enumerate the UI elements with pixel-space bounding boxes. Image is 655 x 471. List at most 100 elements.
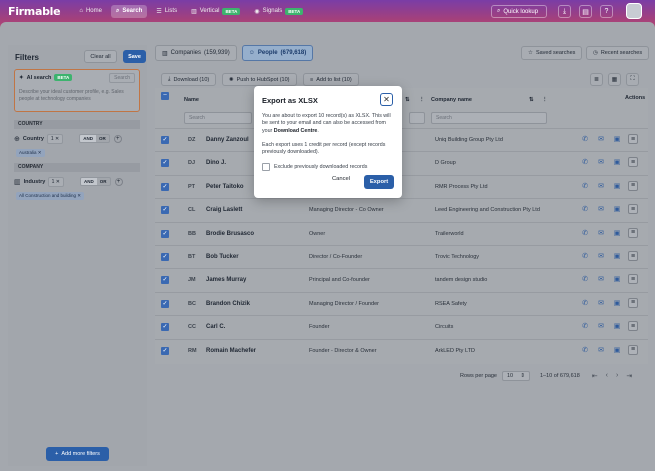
phone-icon[interactable]: ✆ (580, 321, 590, 331)
table-row[interactable]: ✓ BT Bob Tucker Director / Co-Founder Trovic… (155, 245, 648, 268)
company-name[interactable]: ArkLED Pty LTD (435, 348, 475, 354)
last-page-icon[interactable]: ⇥ (626, 372, 632, 380)
email-icon[interactable]: ✉ (596, 298, 606, 308)
book-icon[interactable]: ▤ (579, 5, 592, 18)
filter-chip-construction[interactable]: All Construction and building ✕ (16, 192, 85, 200)
phone-icon[interactable]: ✆ (580, 181, 590, 191)
save-button[interactable]: Save (123, 50, 146, 63)
row-checkbox[interactable]: ✓ (161, 206, 169, 215)
download-center-icon[interactable]: ⤓ (558, 5, 571, 18)
company-name[interactable]: Uniq Building Group Pty Ltd (435, 137, 503, 143)
add-filter-icon[interactable]: + (114, 177, 123, 186)
linkedin-icon[interactable]: ▣ (612, 204, 622, 214)
row-checkbox[interactable]: ✓ (161, 323, 169, 332)
name-column-header[interactable]: Name (184, 97, 199, 103)
email-icon[interactable]: ✉ (596, 157, 606, 167)
select-all-checkbox[interactable]: – (161, 92, 169, 100)
sort-icon[interactable]: ⇅ (405, 97, 410, 103)
row-checkbox[interactable]: ✓ (161, 159, 169, 168)
column-menu-icon[interactable]: ⋮ (542, 97, 548, 103)
row-checkbox[interactable]: ✓ (161, 182, 169, 191)
row-checkbox[interactable]: ✓ (161, 136, 169, 144)
company-name[interactable]: Trovic Technology (435, 254, 479, 260)
phone-icon[interactable]: ✆ (580, 251, 590, 261)
phone-icon[interactable]: ✆ (580, 204, 590, 214)
linkedin-icon[interactable]: ▣ (612, 134, 622, 144)
row-checkbox[interactable]: ✓ (161, 229, 169, 238)
add-to-list-icon[interactable]: ≡ (628, 180, 638, 191)
table-row[interactable]: ✓ CL Craig Laslett Managing Director - Co O… (155, 198, 648, 221)
recent-searches-button[interactable]: ◷ Recent searches (586, 46, 650, 60)
row-checkbox[interactable]: ✓ (161, 276, 169, 285)
person-name[interactable]: Craig Laslett (206, 207, 242, 213)
next-page-icon[interactable]: › (616, 372, 618, 380)
filter-chip-australia[interactable]: Australia ✕ (16, 149, 45, 157)
sort-icon[interactable]: ⇅ (529, 97, 534, 103)
title-search-input[interactable] (409, 112, 425, 124)
phone-icon[interactable]: ✆ (580, 298, 590, 308)
email-icon[interactable]: ✉ (596, 251, 606, 261)
nav-lists[interactable]: ☰ Lists (151, 5, 182, 18)
person-name[interactable]: Bob Tucker (206, 254, 239, 260)
linkedin-icon[interactable]: ▣ (612, 228, 622, 238)
company-name[interactable]: tandem design studio (435, 277, 487, 283)
and-or-toggle[interactable]: AND OR (79, 134, 110, 143)
email-icon[interactable]: ✉ (596, 204, 606, 214)
company-name[interactable]: D Group (435, 160, 456, 166)
add-filter-icon[interactable]: + (113, 134, 122, 143)
nav-signals[interactable]: ◉ Signals BETA (249, 5, 308, 18)
ai-search-box[interactable]: ✦ AI search BETA Search Describe your idea… (14, 69, 140, 112)
company-search-input[interactable]: Search (431, 112, 547, 124)
firmable-logo[interactable]: Firmable (8, 5, 61, 18)
first-page-icon[interactable]: ⇤ (592, 372, 598, 380)
avatar[interactable] (626, 3, 642, 19)
phone-icon[interactable]: ✆ (580, 157, 590, 167)
company-name[interactable]: RSEA Safety (435, 301, 467, 307)
cancel-button[interactable]: Cancel (332, 176, 350, 182)
person-name[interactable]: Danny Zanzoul (206, 137, 249, 143)
linkedin-icon[interactable]: ▣ (612, 298, 622, 308)
email-icon[interactable]: ✉ (596, 228, 606, 238)
person-name[interactable]: Carl C. (206, 324, 225, 330)
country-count[interactable]: 1 ✕ (46, 133, 64, 144)
name-search-input[interactable]: Search (184, 112, 252, 124)
linkedin-icon[interactable]: ▣ (612, 157, 622, 167)
add-to-list-icon[interactable]: ≡ (628, 297, 638, 308)
email-icon[interactable]: ✉ (596, 274, 606, 284)
person-name[interactable]: James Murray (206, 277, 246, 283)
add-to-list-icon[interactable]: ≡ (628, 134, 638, 144)
add-more-filters-button[interactable]: + Add more filters (46, 447, 109, 461)
linkedin-icon[interactable]: ▣ (612, 321, 622, 331)
grid-icon[interactable]: ▦ (608, 73, 621, 86)
linkedin-icon[interactable]: ▣ (612, 345, 622, 355)
country-filter-row[interactable]: ⊕ Country 1 ✕ AND OR + (14, 133, 144, 144)
email-icon[interactable]: ✉ (596, 134, 606, 144)
nav-search[interactable]: ⌕ Search (110, 4, 148, 18)
person-name[interactable]: Dino J. (206, 160, 226, 166)
person-name[interactable]: Peter Taitoko (206, 184, 244, 190)
add-to-list-button[interactable]: ≡ Add to list (10) (303, 73, 359, 86)
phone-icon[interactable]: ✆ (580, 134, 590, 144)
table-row[interactable]: ✓ BB Brodie Brusasco Owner Trailerworld ✆ ✉ ▣ ≡ (155, 221, 648, 245)
phone-icon[interactable]: ✆ (580, 228, 590, 238)
row-checkbox[interactable]: ✓ (161, 299, 169, 308)
row-checkbox[interactable]: ✓ (161, 253, 169, 261)
linkedin-icon[interactable]: ▣ (612, 274, 622, 284)
checkbox-box[interactable] (262, 163, 270, 171)
fullscreen-icon[interactable]: ⛶ (626, 73, 639, 86)
help-icon[interactable]: ? (600, 5, 613, 18)
phone-icon[interactable]: ✆ (580, 274, 590, 284)
linkedin-icon[interactable]: ▣ (612, 251, 622, 261)
add-to-list-icon[interactable]: ≡ (628, 157, 638, 168)
nav-vertical[interactable]: ▥ Vertical BETA (186, 5, 245, 18)
email-icon[interactable]: ✉ (596, 345, 606, 355)
nav-home[interactable]: ⌂ Home (74, 5, 107, 17)
phone-icon[interactable]: ✆ (580, 345, 590, 355)
person-name[interactable]: Brodie Brusasco (206, 231, 254, 237)
email-icon[interactable]: ✉ (596, 321, 606, 331)
column-menu-icon[interactable]: ⋮ (419, 97, 425, 103)
add-to-list-icon[interactable]: ≡ (628, 274, 638, 285)
ai-search-button[interactable]: Search (109, 73, 135, 83)
and-or-toggle[interactable]: AND OR (80, 177, 111, 186)
tab-people[interactable]: ☺ People (679,618) (241, 45, 314, 61)
